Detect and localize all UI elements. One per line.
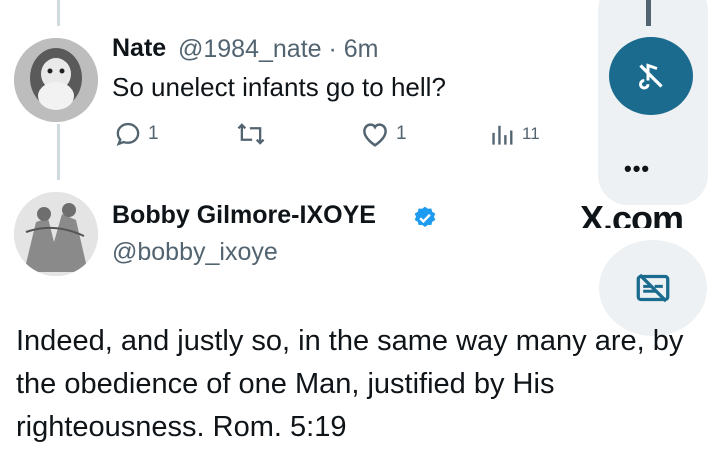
thread-line-connector [57,124,60,180]
mute-button[interactable] [609,37,693,115]
watermark: X.com [580,198,684,228]
like-button[interactable]: 1 [360,118,407,150]
author-handle-time[interactable]: @1984_nate · 6m [178,35,379,64]
views-button[interactable]: 11 [490,118,540,150]
reply-icon [116,122,140,146]
verified-icon [414,206,436,227]
author-name[interactable]: Bobby Gilmore-IXOYE [112,201,376,230]
avatar-image [14,192,98,276]
more-button[interactable]: ••• [624,156,650,182]
author-name[interactable]: Nate [112,34,166,63]
reply-count: 1 [148,123,159,144]
retweet-icon [237,123,265,145]
views-count: 11 [522,124,540,143]
panel-scroll-bar [646,0,651,26]
author-handle[interactable]: @bobby_ixoye [112,238,278,267]
retweet-button[interactable] [235,118,267,150]
like-count: 1 [396,123,407,144]
mute-icon [639,63,663,90]
captions-off-icon [636,273,670,303]
tweet-text: So unelect infants go to hell? [112,72,446,102]
avatar[interactable] [14,38,98,122]
tweet-text: Indeed, and justly so, in the same way m… [16,325,684,443]
like-icon [363,123,387,147]
reply-button[interactable]: 1 [114,118,159,150]
thread-line-top [57,0,60,26]
views-icon [492,125,513,145]
more-icon: ••• [624,156,651,181]
avatar-image [14,38,98,122]
avatar[interactable] [14,192,98,276]
